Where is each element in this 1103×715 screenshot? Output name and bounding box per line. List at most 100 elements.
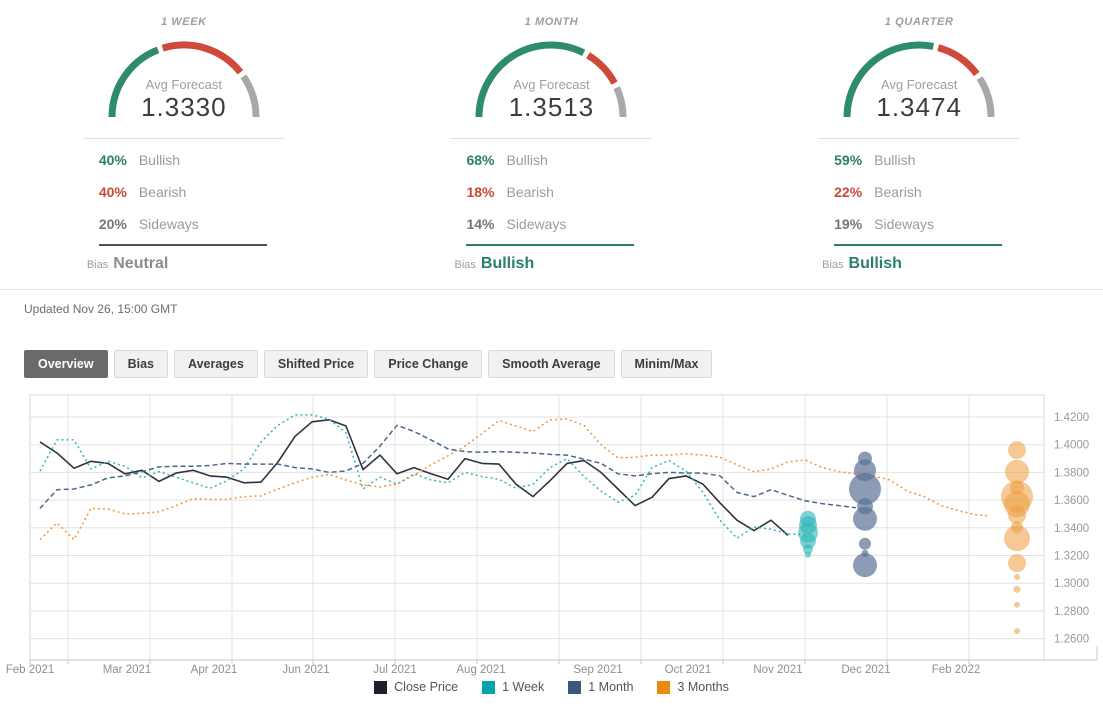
bias-row: Bias Bullish (818, 255, 1020, 273)
legend-swatch (568, 681, 581, 694)
forecast-bubble (1014, 628, 1020, 634)
stat-row: 40%Bearish (83, 176, 285, 208)
legend-item-1-week[interactable]: 1 Week (482, 680, 544, 694)
bias-label: Bias (454, 259, 475, 271)
bias-divider (99, 244, 267, 246)
y-axis-label: 1.3400 (1054, 523, 1089, 535)
x-axis-label: Jul 2021 (373, 664, 416, 676)
stat-percent: 40% (99, 152, 139, 168)
legend-swatch (657, 681, 670, 694)
legend-label: 1 Month (588, 680, 633, 694)
period-title: 1 MONTH (525, 16, 579, 28)
forecast-panel: 1 WEEK Avg Forecast 1.3330 40%Bullish40%… (0, 8, 368, 273)
x-axis-label: Dec 2021 (841, 664, 890, 676)
forecast-bubble (1008, 441, 1026, 459)
forecast-bubble (805, 552, 811, 558)
avg-forecast-value: 1.3513 (471, 92, 631, 123)
chart-legend: Close Price 1 Week 1 Month 3 Months (0, 680, 1103, 694)
bias-row: Bias Bullish (450, 255, 652, 273)
tab-minim-max[interactable]: Minim/Max (621, 350, 713, 378)
chart-plot-area: 1.42001.40001.38001.36001.34001.32001.30… (0, 388, 1103, 680)
bias-divider (834, 244, 1002, 246)
forecast-bubble (1014, 586, 1021, 593)
stat-label: Bullish (139, 152, 180, 168)
forecast-bubble (1005, 460, 1029, 484)
stat-row: 68%Bullish (450, 144, 652, 176)
x-axis-label: Apr 2021 (191, 664, 238, 676)
tab-smooth-average[interactable]: Smooth Average (488, 350, 614, 378)
bias-value: Bullish (849, 255, 902, 273)
period-title: 1 WEEK (161, 16, 207, 28)
x-axis-label: Nov 2021 (753, 664, 802, 676)
panel-stats: 68%Bullish18%Bearish14%Sideways Bias Bul… (450, 138, 652, 273)
forecast-bubble (1014, 574, 1020, 580)
stat-label: Bearish (139, 184, 186, 200)
legend-label: 1 Week (502, 680, 544, 694)
chart-tabs: OverviewBiasAveragesShifted PricePrice C… (24, 350, 1103, 378)
forecast-panel: 1 MONTH Avg Forecast 1.3513 68%Bullish18… (368, 8, 736, 273)
x-axis-label: Oct 2021 (665, 664, 712, 676)
stat-row: 18%Bearish (450, 176, 652, 208)
x-axis-label: Jun 2021 (282, 664, 329, 676)
series-1-week (40, 415, 805, 538)
bias-divider (466, 244, 634, 246)
panel-stats: 40%Bullish40%Bearish20%Sideways Bias Neu… (83, 138, 285, 273)
stat-row: 22%Bearish (818, 176, 1020, 208)
stat-percent: 20% (99, 216, 139, 232)
forecast-panels: 1 WEEK Avg Forecast 1.3330 40%Bullish40%… (0, 0, 1103, 273)
y-axis-label: 1.3200 (1054, 551, 1089, 563)
stat-row: 19%Sideways (818, 208, 1020, 240)
stat-percent: 18% (466, 184, 506, 200)
stat-percent: 40% (99, 184, 139, 200)
series-close-price (40, 420, 788, 536)
panel-stats: 59%Bullish22%Bearish19%Sideways Bias Bul… (818, 138, 1020, 273)
legend-label: Close Price (394, 680, 458, 694)
tab-averages[interactable]: Averages (174, 350, 258, 378)
series-1-month (40, 425, 856, 508)
gauge-segment (163, 45, 241, 72)
legend-item-close-price[interactable]: Close Price (374, 680, 458, 694)
bias-value: Bullish (481, 255, 534, 273)
gauge: Avg Forecast 1.3513 (471, 35, 631, 123)
forecast-bubble (1004, 525, 1030, 551)
legend-item-3-months[interactable]: 3 Months (657, 680, 728, 694)
stat-row: 20%Sideways (83, 208, 285, 240)
stats-list: 68%Bullish18%Bearish14%Sideways (450, 144, 652, 240)
y-axis-label: 1.3000 (1054, 578, 1089, 590)
gauge: Avg Forecast 1.3330 (104, 35, 264, 123)
stat-row: 59%Bullish (818, 144, 1020, 176)
stat-label: Sideways (874, 216, 934, 232)
stats-list: 40%Bullish40%Bearish20%Sideways (83, 144, 285, 240)
y-axis-label: 1.4000 (1054, 440, 1089, 452)
stat-label: Sideways (506, 216, 566, 232)
gauge-segment (938, 48, 977, 74)
legend-swatch (482, 681, 495, 694)
tab-price-change[interactable]: Price Change (374, 350, 482, 378)
section-divider (0, 289, 1103, 290)
avg-forecast-value: 1.3474 (839, 92, 999, 123)
stat-percent: 22% (834, 184, 874, 200)
updated-timestamp: Updated Nov 26, 15:00 GMT (24, 302, 1103, 316)
divider (450, 138, 652, 139)
stat-label: Bullish (874, 152, 915, 168)
forecast-panel: 1 QUARTER Avg Forecast 1.3474 59%Bullish… (735, 8, 1103, 273)
avg-forecast-label: Avg Forecast (839, 77, 999, 92)
stat-label: Bullish (506, 152, 547, 168)
stat-label: Bearish (506, 184, 553, 200)
bias-row: Bias Neutral (83, 255, 285, 273)
x-axis-label: Sep 2021 (573, 664, 622, 676)
tab-overview[interactable]: Overview (24, 350, 108, 378)
stat-row: 14%Sideways (450, 208, 652, 240)
y-axis-label: 1.2800 (1054, 606, 1089, 618)
stat-percent: 14% (466, 216, 506, 232)
x-axis-label: Mar 2021 (103, 664, 152, 676)
stat-row: 40%Bullish (83, 144, 285, 176)
x-axis-label: Feb 2022 (932, 664, 981, 676)
avg-forecast-value: 1.3330 (104, 92, 264, 123)
avg-forecast-label: Avg Forecast (471, 77, 631, 92)
stat-percent: 68% (466, 152, 506, 168)
legend-item-1-month[interactable]: 1 Month (568, 680, 633, 694)
forecast-chart: 1.42001.40001.38001.36001.34001.32001.30… (0, 388, 1103, 694)
tab-shifted-price[interactable]: Shifted Price (264, 350, 368, 378)
tab-bias[interactable]: Bias (114, 350, 168, 378)
